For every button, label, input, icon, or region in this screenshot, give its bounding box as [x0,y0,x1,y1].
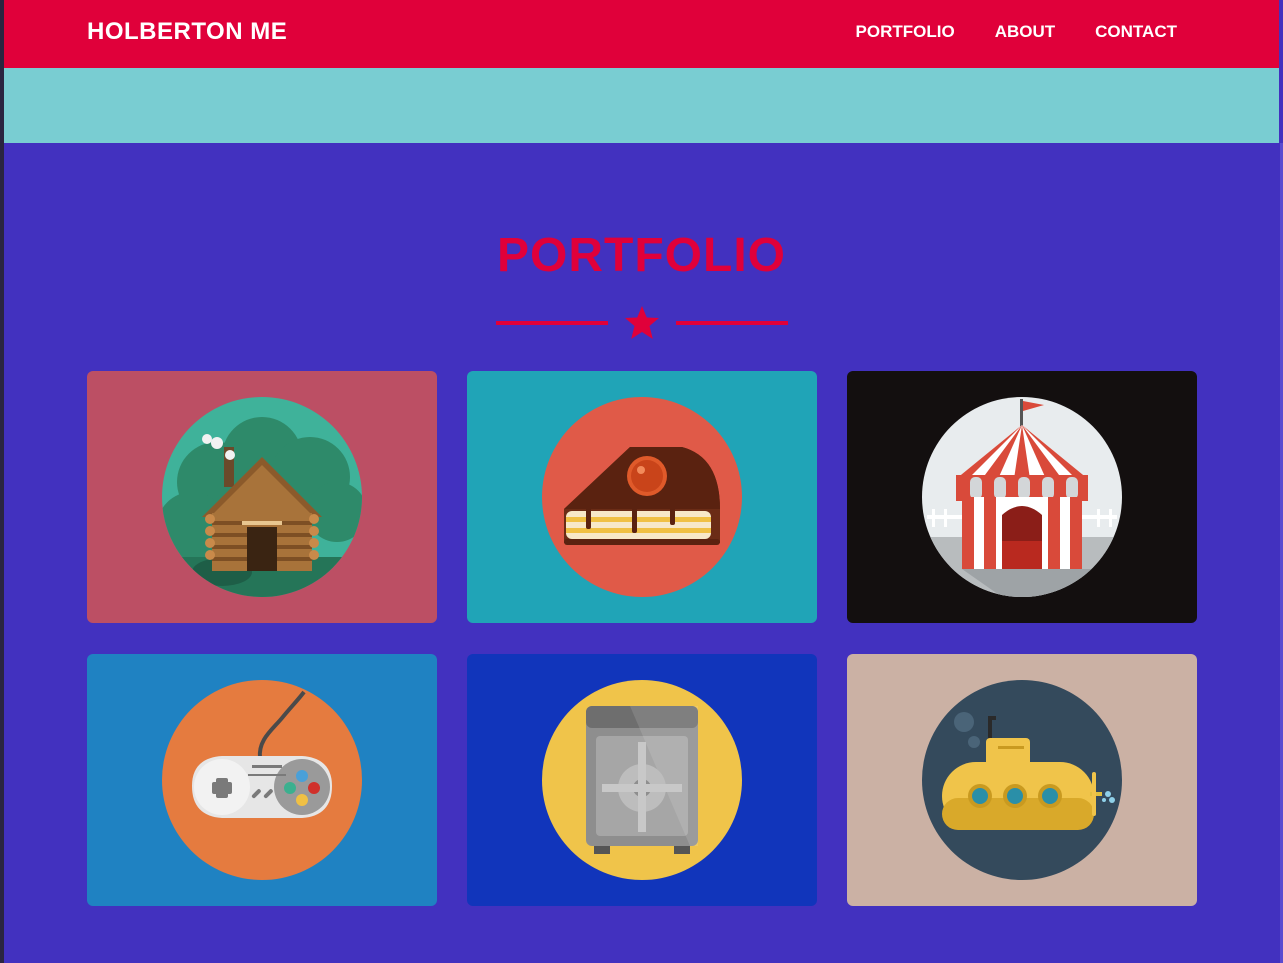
star-icon [625,306,659,339]
submarine-icon [922,680,1122,880]
section-title: PORTFOLIO [497,229,786,282]
window-edge [0,0,4,963]
brand-logo-link[interactable]: HOLBERTON ME [87,0,287,64]
portfolio-card-cabin[interactable] [87,371,437,623]
nav-link-contact[interactable]: CONTACT [1095,0,1177,64]
nav-link-about[interactable]: ABOUT [995,0,1055,64]
portfolio-card-cake[interactable] [467,371,817,623]
portfolio-card-circus[interactable] [847,371,1197,623]
hero-banner [4,68,1279,143]
navbar: HOLBERTON ME PORTFOLIO ABOUT CONTACT [4,0,1279,68]
safe-icon [542,680,742,880]
divider-line-right [676,321,788,325]
title-divider [496,306,788,339]
game-controller-icon [162,680,362,880]
nav-links: PORTFOLIO ABOUT CONTACT [856,0,1177,64]
portfolio-card-safe[interactable] [467,654,817,906]
nav-link-portfolio[interactable]: PORTFOLIO [856,0,955,64]
portfolio-card-controller[interactable] [87,654,437,906]
cake-slice-icon [542,397,742,597]
portfolio-card-submarine[interactable] [847,654,1197,906]
portfolio-grid [87,371,1197,906]
log-cabin-icon [162,397,362,597]
circus-tent-icon [922,397,1122,597]
divider-line-left [496,321,608,325]
